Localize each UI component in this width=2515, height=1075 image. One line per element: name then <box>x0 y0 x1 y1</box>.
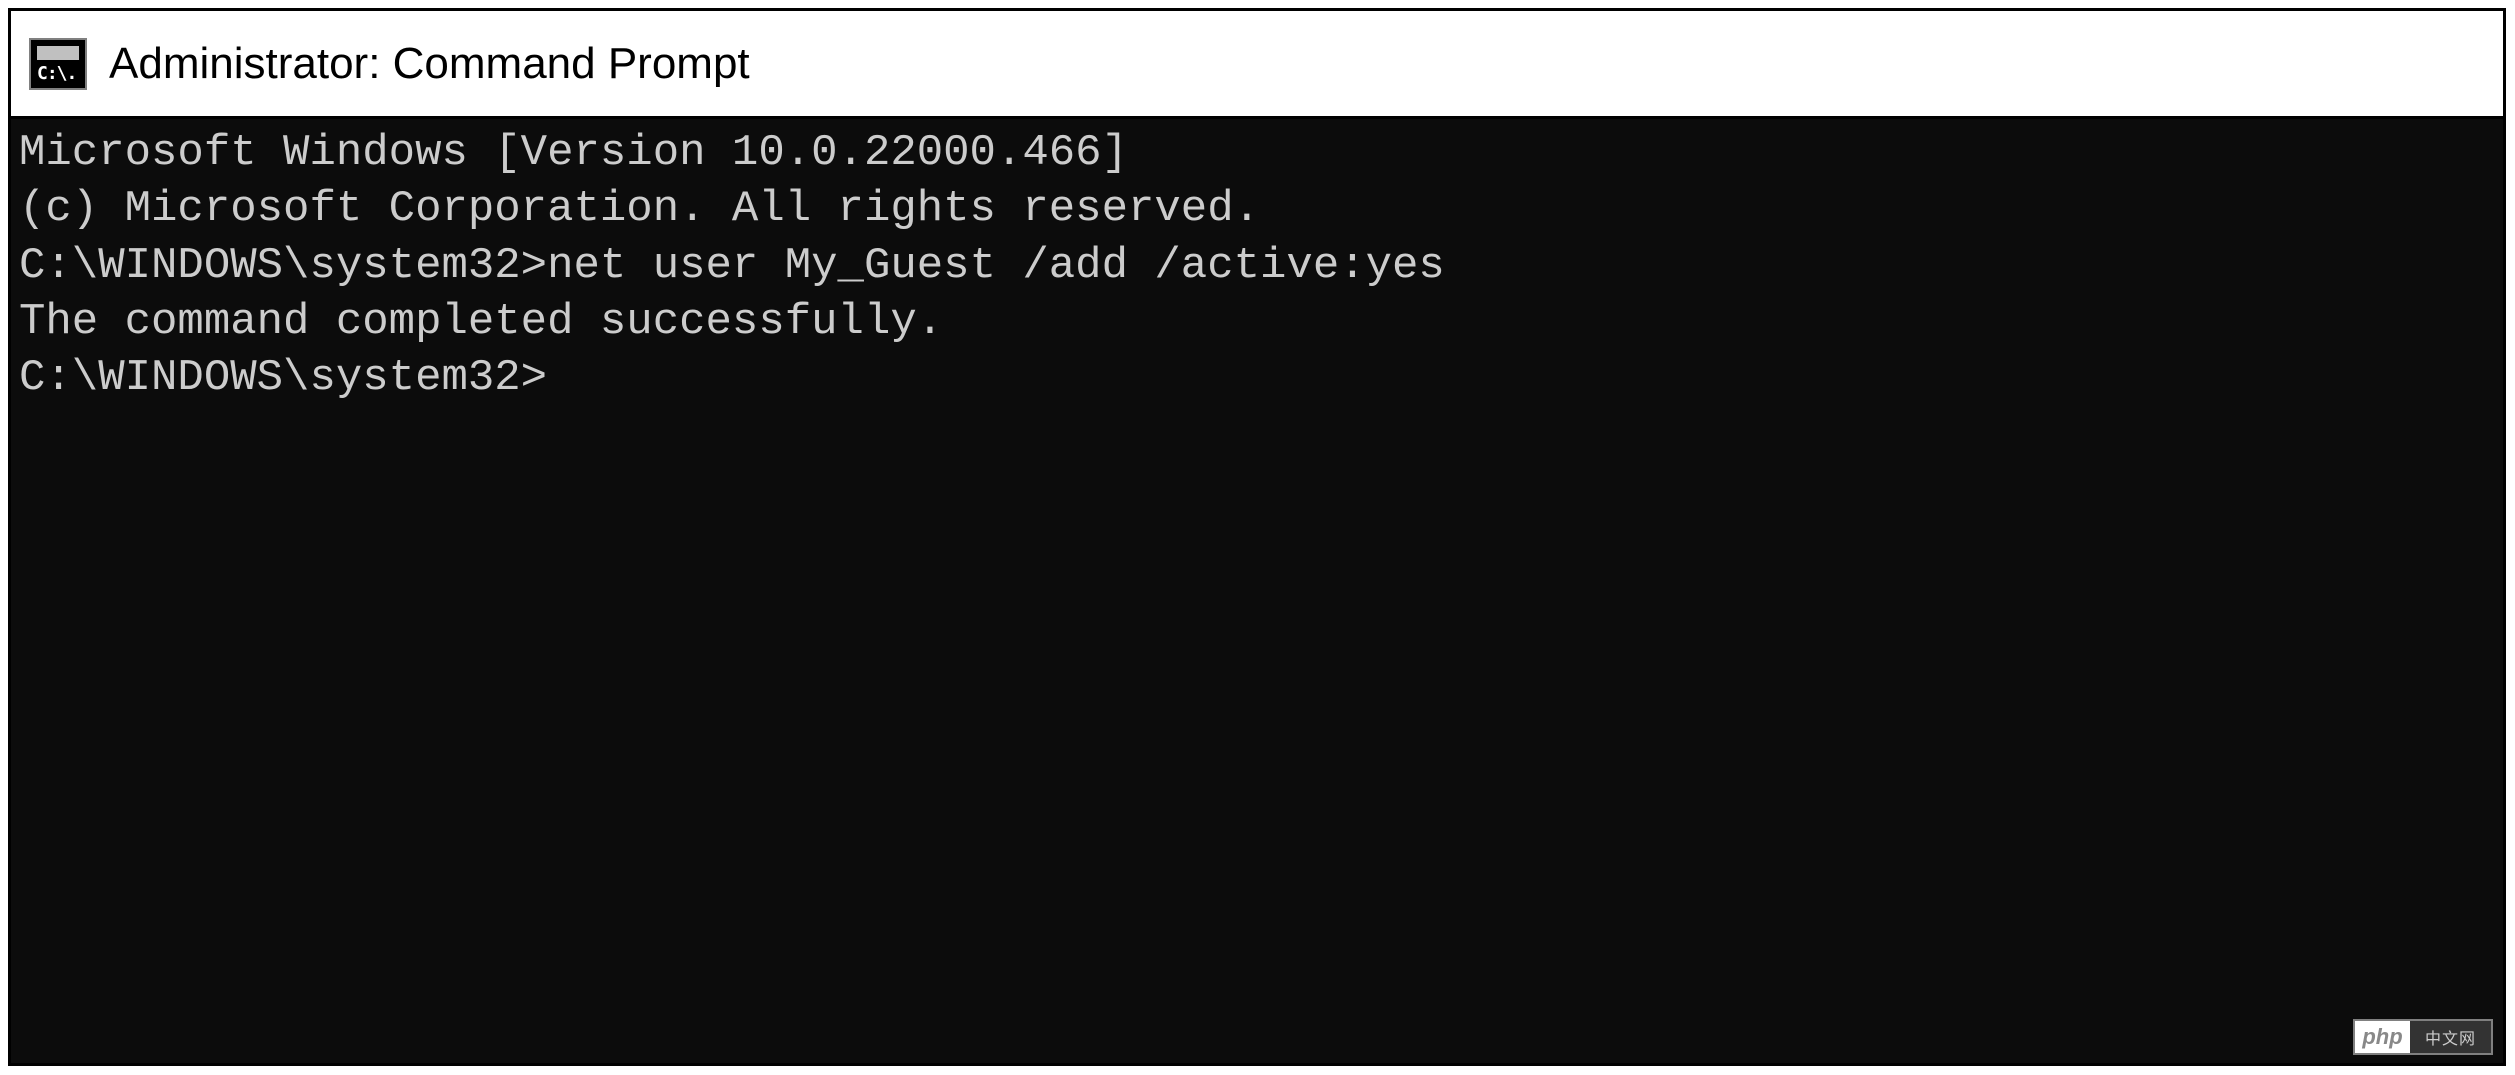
terminal-current-prompt-line: C:\WINDOWS\system32> <box>19 350 2495 406</box>
terminal-line-copyright: (c) Microsoft Corporation. All rights re… <box>19 181 2495 237</box>
watermark-right: 中文网 <box>2410 1021 2491 1053</box>
terminal-line-version: Microsoft Windows [Version 10.0.22000.46… <box>19 125 2495 181</box>
command-prompt-window: C:\. Administrator: Command Prompt Micro… <box>8 8 2506 1066</box>
window-title: Administrator: Command Prompt <box>109 39 750 89</box>
terminal-prompt: C:\WINDOWS\system32> <box>19 241 547 291</box>
terminal-command: net user My_Guest /add /active:yes <box>547 241 1445 291</box>
terminal-command-line: C:\WINDOWS\system32>net user My_Guest /a… <box>19 238 2495 294</box>
watermark-left: php <box>2355 1021 2410 1053</box>
terminal-output[interactable]: Microsoft Windows [Version 10.0.22000.46… <box>11 119 2503 1063</box>
terminal-prompt: C:\WINDOWS\system32> <box>19 353 547 403</box>
terminal-result: The command completed successfully. <box>19 294 2495 350</box>
cmd-icon: C:\. <box>29 38 87 90</box>
cmd-icon-text: C:\. <box>37 63 76 84</box>
watermark-badge: php 中文网 <box>2353 1019 2493 1055</box>
window-titlebar[interactable]: C:\. Administrator: Command Prompt <box>11 11 2503 119</box>
